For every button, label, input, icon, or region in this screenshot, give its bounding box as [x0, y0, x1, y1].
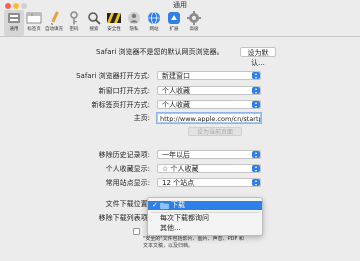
- favorites-show-popup[interactable]: ☆ 个人收藏 ▴ ▾: [157, 164, 261, 173]
- gear-icon: [187, 11, 201, 25]
- tab-general-label: 通用: [9, 27, 19, 32]
- download-location-label: 文件下载位置:: [105, 200, 150, 208]
- remove-history-value: 一年以后: [162, 151, 190, 159]
- set-current-page-button[interactable]: 设为当前页面: [188, 127, 242, 136]
- safe-files-note-line2: 文本文稿，以及归档。: [143, 242, 194, 249]
- homepage-value: http://www.apple.com/cn/startpa: [160, 115, 261, 123]
- privacy-icon: [128, 12, 140, 24]
- folder-icon: [160, 202, 169, 209]
- tab-privacy[interactable]: 隐私: [124, 10, 144, 36]
- open-with-value: 新建窗口: [162, 72, 190, 80]
- tab-extensions[interactable]: 扩展: [164, 10, 184, 36]
- new-tab-value: 个人收藏: [162, 101, 190, 109]
- popup-arrows-icon: ▴ ▾: [252, 87, 260, 94]
- key-icon: [70, 11, 78, 25]
- top-sites-value: 12 个站点: [162, 179, 195, 187]
- tab-tabs[interactable]: 标签页: [24, 10, 44, 36]
- window-title: 通用: [173, 1, 187, 9]
- new-tab-label: 新标签页打开方式:: [91, 101, 150, 109]
- homepage-input[interactable]: http://www.apple.com/cn/startpa: [157, 113, 261, 123]
- set-default-button[interactable]: 设为默认...: [240, 47, 276, 67]
- remove-downloads-label: 移除下载列表项:: [98, 214, 150, 222]
- security-icon: [107, 13, 121, 23]
- tab-autofill[interactable]: 自动填充: [44, 10, 64, 36]
- download-location-menu: ✓ 下载 每次下载都询问 其他...: [147, 197, 263, 236]
- globe-icon: [148, 11, 160, 25]
- popup-arrows-icon: ▴ ▾: [252, 72, 260, 79]
- menu-separator: [151, 212, 259, 213]
- set-current-page-label: 设为当前页面: [196, 129, 233, 136]
- minimize-button[interactable]: [13, 3, 19, 9]
- top-sites-popup[interactable]: 12 个站点 ▴ ▾: [157, 178, 261, 187]
- tab-search-label: 搜索: [89, 27, 99, 32]
- tab-advanced[interactable]: 高级: [184, 10, 204, 36]
- tab-passwords-label: 密码: [69, 27, 79, 32]
- safe-files-note-line1: "安全的"文件包括影片、图片、声音、PDF 和: [143, 236, 244, 242]
- tab-advanced-label: 高级: [189, 27, 199, 32]
- favorites-show-label: 个人收藏显示:: [105, 165, 150, 173]
- new-window-value: 个人收藏: [162, 87, 190, 95]
- extensions-icon: [168, 12, 180, 24]
- tabs-icon: [26, 12, 42, 24]
- zoom-button[interactable]: [21, 3, 27, 9]
- close-button[interactable]: [5, 3, 11, 9]
- open-with-popup[interactable]: 新建窗口 ▴ ▾: [157, 71, 261, 80]
- checkmark-icon: ✓: [152, 201, 158, 209]
- title-bar: 通用: [0, 0, 360, 10]
- popup-arrows-icon: ▴ ▾: [252, 179, 260, 186]
- remove-history-popup[interactable]: 一年以后 ▴ ▾: [157, 150, 261, 159]
- tab-general[interactable]: 通用: [4, 10, 24, 36]
- preferences-toolbar: 通用 标签页 自动填充 密码 搜索 安全性 隐私 网站 扩展 高级: [0, 10, 360, 37]
- pencil-icon: [51, 11, 59, 25]
- open-with-label: Safari 浏览器打开方式:: [76, 72, 150, 80]
- homepage-label: 主页:: [133, 114, 150, 122]
- remove-history-label: 移除历史记录项:: [98, 151, 150, 159]
- popup-arrows-icon: ▴ ▾: [252, 165, 260, 172]
- top-sites-label: 常用站点显示:: [105, 179, 150, 187]
- tab-extensions-label: 扩展: [169, 27, 179, 32]
- tab-security-label: 安全性: [107, 27, 121, 32]
- menu-item-ask-label: 每次下载都询问: [160, 214, 209, 222]
- safe-files-note: "安全的"文件包括影片、图片、声音、PDF 和 文本文稿，以及归档。: [143, 236, 244, 249]
- new-window-popup[interactable]: 个人收藏 ▴ ▾: [157, 86, 261, 95]
- new-tab-popup[interactable]: 个人收藏 ▴ ▾: [157, 100, 261, 109]
- tab-tabs-label: 标签页: [27, 27, 41, 32]
- default-browser-text: Safari 浏览器不是您的默认网页浏览器。: [96, 48, 224, 56]
- open-safe-files-checkbox[interactable]: [133, 228, 140, 235]
- tab-security[interactable]: 安全性: [104, 10, 124, 36]
- tab-websites[interactable]: 网站: [144, 10, 164, 36]
- menu-item-other-label: 其他...: [160, 224, 181, 232]
- menu-item-downloads[interactable]: ✓ 下载: [148, 201, 262, 210]
- tab-passwords[interactable]: 密码: [64, 10, 84, 36]
- menu-item-ask-each-time[interactable]: 每次下载都询问: [148, 214, 262, 223]
- menu-item-other[interactable]: 其他...: [148, 224, 262, 233]
- search-icon: [88, 12, 101, 25]
- set-default-button-label: 设为默认...: [247, 49, 269, 67]
- tab-search[interactable]: 搜索: [84, 10, 104, 36]
- default-browser-message: Safari 浏览器不是您的默认网页浏览器。: [96, 47, 224, 57]
- new-window-label: 新窗口打开方式:: [98, 87, 150, 95]
- menu-item-downloads-label: 下载: [171, 201, 185, 209]
- tab-websites-label: 网站: [149, 27, 159, 32]
- popup-arrows-icon: ▴ ▾: [252, 151, 260, 158]
- popup-arrows-icon: ▴ ▾: [252, 101, 260, 108]
- switch-icon: [8, 13, 20, 23]
- tab-autofill-label: 自动填充: [45, 27, 63, 32]
- tab-privacy-label: 隐私: [129, 27, 139, 32]
- favorites-show-value: ☆ 个人收藏: [162, 165, 199, 173]
